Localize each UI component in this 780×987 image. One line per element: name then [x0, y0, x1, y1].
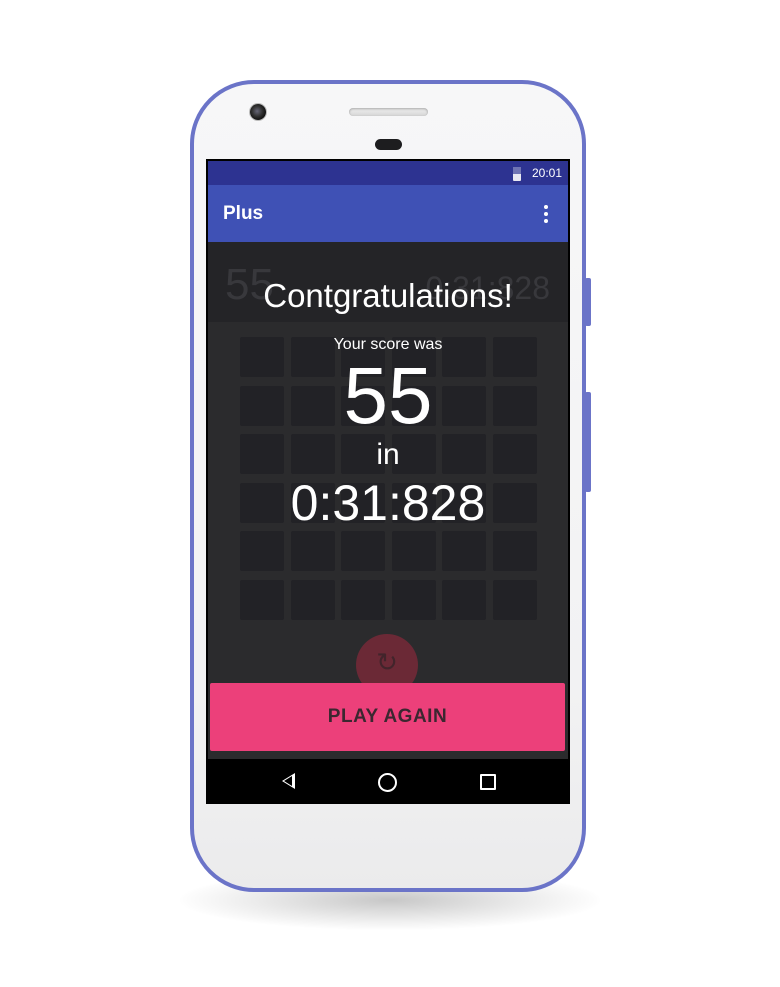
game-area: 55 0:31:828 ↻ Contgratulations! Your sco… [208, 242, 568, 759]
status-time: 20:01 [532, 166, 563, 180]
volume-button [585, 392, 591, 492]
in-label: in [376, 438, 400, 471]
grid-tile[interactable] [492, 531, 537, 571]
refresh-icon: ↻ [376, 648, 398, 678]
power-button [585, 278, 591, 326]
grid-tile[interactable] [442, 579, 486, 620]
battery-icon [513, 167, 521, 181]
grid-tile[interactable] [240, 531, 284, 571]
grid-tile[interactable] [341, 579, 385, 620]
final-score: 55 [343, 351, 433, 440]
status-bar: 20:01 [208, 161, 568, 185]
grid-tile[interactable] [391, 579, 436, 620]
proximity-sensor [375, 139, 402, 150]
app-bar: Plus [208, 185, 568, 242]
grid-tile[interactable] [290, 531, 335, 571]
dialog-heading: Contgratulations! [263, 277, 513, 314]
home-circle-icon[interactable] [378, 773, 397, 792]
navigation-bar [208, 759, 568, 804]
front-camera [250, 104, 266, 120]
back-triangle-icon[interactable] [282, 773, 295, 789]
grid-tile[interactable] [391, 531, 436, 571]
phone-screen: 20:01 Plus 55 0:31:828 ↻ Contgratulation… [206, 159, 570, 804]
grid-tile[interactable] [341, 531, 385, 571]
recents-square-icon[interactable] [480, 774, 496, 790]
grid-tile[interactable] [240, 579, 284, 620]
grid-tile[interactable] [290, 579, 335, 620]
grid-tile[interactable] [492, 579, 537, 620]
final-time: 0:31:828 [290, 475, 486, 531]
more-vert-icon[interactable] [544, 205, 548, 223]
app-title: Plus [223, 203, 264, 224]
grid-tile[interactable] [442, 531, 486, 571]
play-again-button[interactable]: PLAY AGAIN [210, 683, 565, 751]
earpiece-speaker [349, 108, 428, 116]
